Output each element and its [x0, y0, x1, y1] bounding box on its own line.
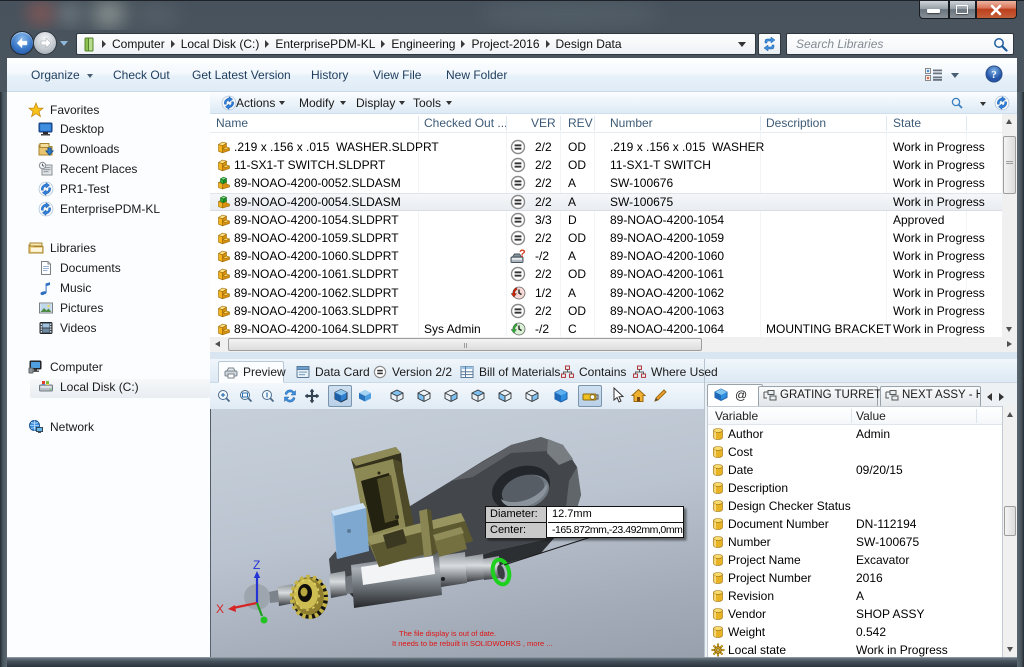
svg-text:?: ?	[991, 69, 997, 81]
svg-text:?: ?	[519, 248, 526, 260]
svg-text:The file display is out of dat: The file display is out of date.	[399, 629, 496, 638]
svg-text:It needs to be rebuilt in SOLI: It needs to be rebuilt in SOLIDWORKS , m…	[392, 639, 552, 648]
svg-text:Z: Z	[253, 558, 260, 572]
svg-text:X: X	[216, 602, 224, 616]
